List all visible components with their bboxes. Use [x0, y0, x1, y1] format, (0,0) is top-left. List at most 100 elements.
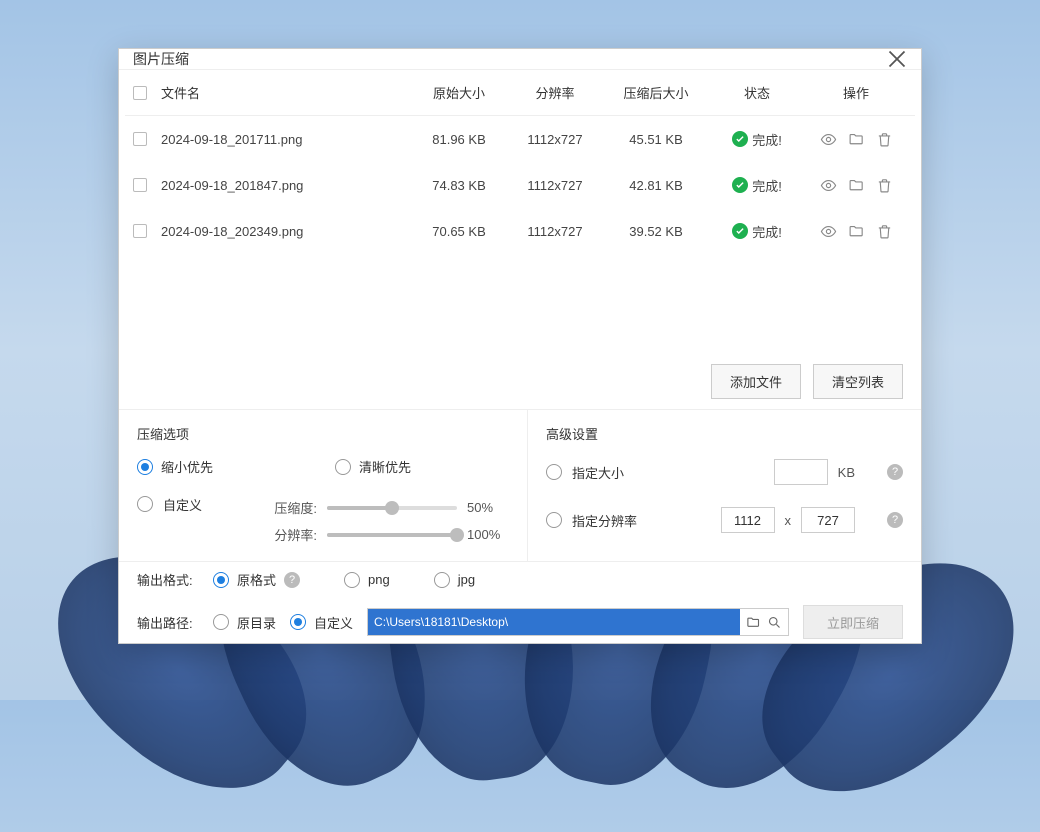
- path-row: 输出路径: 原目录 自定义 立即压缩: [119, 597, 921, 647]
- radio-clarity-first[interactable]: [335, 459, 351, 475]
- table-header: 文件名 原始大小 分辨率 压缩后大小 状态 操作: [125, 70, 915, 116]
- table-buttons: 添加文件 清空列表: [119, 354, 921, 410]
- radio-format-jpg[interactable]: [434, 572, 450, 588]
- select-all-checkbox[interactable]: [133, 86, 147, 100]
- cell-actions: [805, 222, 907, 240]
- trash-icon[interactable]: [875, 222, 893, 240]
- compress-options: 压缩选项 缩小优先 清晰优先 自定义 压缩度:: [119, 410, 528, 561]
- ratio-value: 50%: [467, 500, 509, 515]
- label-format-png: png: [368, 572, 390, 587]
- clear-list-button[interactable]: 清空列表: [813, 364, 903, 399]
- radio-shrink-first[interactable]: [137, 459, 153, 475]
- label-format-original: 原格式: [237, 570, 276, 589]
- cell-status: 完成!: [709, 176, 805, 195]
- target-height-input[interactable]: [801, 507, 855, 533]
- trash-icon[interactable]: [875, 176, 893, 194]
- table-row: 2024-09-18_202349.png70.65 KB1112x72739.…: [125, 208, 915, 254]
- folder-icon[interactable]: [746, 615, 761, 630]
- size-unit: KB: [838, 465, 855, 480]
- header-status: 状态: [709, 83, 805, 102]
- cell-filename: 2024-09-18_202349.png: [161, 224, 411, 239]
- header-filename: 文件名: [161, 83, 411, 102]
- eye-icon[interactable]: [819, 176, 837, 194]
- cell-compressed-size: 45.51 KB: [603, 132, 709, 147]
- cell-status: 完成!: [709, 222, 805, 241]
- help-icon[interactable]: ?: [887, 464, 903, 480]
- cell-compressed-size: 39.52 KB: [603, 224, 709, 239]
- row-checkbox[interactable]: [133, 132, 147, 146]
- eye-icon[interactable]: [819, 222, 837, 240]
- radio-format-png[interactable]: [344, 572, 360, 588]
- cell-status: 完成!: [709, 130, 805, 149]
- add-file-button[interactable]: 添加文件: [711, 364, 801, 399]
- cell-resolution: 1112x727: [507, 224, 603, 239]
- window-title: 图片压缩: [133, 49, 887, 69]
- label-target-res: 指定分辨率: [572, 511, 642, 530]
- radio-custom[interactable]: [137, 496, 153, 512]
- header-resolution: 分辨率: [507, 83, 603, 102]
- cell-resolution: 1112x727: [507, 132, 603, 147]
- ratio-label: 压缩度:: [267, 498, 317, 517]
- cell-original-size: 74.83 KB: [411, 178, 507, 193]
- folder-icon[interactable]: [847, 222, 865, 240]
- compress-options-title: 压缩选项: [137, 424, 509, 443]
- options-panel: 压缩选项 缩小优先 清晰优先 自定义 压缩度:: [119, 410, 921, 561]
- cell-actions: [805, 130, 907, 148]
- cell-filename: 2024-09-18_201711.png: [161, 132, 411, 147]
- folder-icon[interactable]: [847, 176, 865, 194]
- label-target-size: 指定大小: [572, 463, 642, 482]
- folder-icon[interactable]: [847, 130, 865, 148]
- main-window: 图片压缩 文件名 原始大小 分辨率 压缩后大小 状态 操作 2024-09-18…: [118, 48, 922, 644]
- trash-icon[interactable]: [875, 130, 893, 148]
- target-size-input[interactable]: [774, 459, 828, 485]
- help-icon[interactable]: ?: [284, 572, 300, 588]
- check-circle-icon: [732, 223, 748, 239]
- radio-target-res[interactable]: [546, 512, 562, 528]
- cell-actions: [805, 176, 907, 194]
- radio-target-size[interactable]: [546, 464, 562, 480]
- radio-path-custom[interactable]: [290, 614, 306, 630]
- advanced-options: 高级设置 指定大小 KB ? 指定分辨率 x ?: [528, 410, 921, 561]
- res-slider[interactable]: [327, 533, 457, 537]
- format-label: 输出格式:: [137, 570, 199, 589]
- header-actions: 操作: [805, 83, 907, 102]
- radio-format-original[interactable]: [213, 572, 229, 588]
- path-input[interactable]: [368, 609, 740, 635]
- target-width-input[interactable]: [721, 507, 775, 533]
- label-format-jpg: jpg: [458, 572, 475, 587]
- cell-filename: 2024-09-18_201847.png: [161, 178, 411, 193]
- ratio-slider[interactable]: [327, 506, 457, 510]
- advanced-title: 高级设置: [546, 424, 903, 443]
- cell-original-size: 70.65 KB: [411, 224, 507, 239]
- eye-icon[interactable]: [819, 130, 837, 148]
- titlebar: 图片压缩: [119, 49, 921, 70]
- radio-path-original[interactable]: [213, 614, 229, 630]
- compress-button[interactable]: 立即压缩: [803, 605, 903, 639]
- label-shrink-first: 缩小优先: [161, 457, 213, 476]
- header-original-size: 原始大小: [411, 83, 507, 102]
- label-clarity-first: 清晰优先: [359, 457, 411, 476]
- file-table: 文件名 原始大小 分辨率 压缩后大小 状态 操作 2024-09-18_2017…: [119, 70, 921, 354]
- res-slider-label: 分辨率:: [267, 525, 317, 544]
- format-row: 输出格式: 原格式 ? png jpg: [119, 561, 921, 597]
- res-x: x: [785, 513, 792, 528]
- row-checkbox[interactable]: [133, 224, 147, 238]
- path-label: 输出路径:: [137, 613, 199, 632]
- cell-compressed-size: 42.81 KB: [603, 178, 709, 193]
- check-circle-icon: [732, 131, 748, 147]
- res-slider-value: 100%: [467, 527, 509, 542]
- table-row: 2024-09-18_201847.png74.83 KB1112x72742.…: [125, 162, 915, 208]
- label-path-custom: 自定义: [314, 613, 353, 632]
- cell-resolution: 1112x727: [507, 178, 603, 193]
- close-icon[interactable]: [887, 49, 907, 69]
- label-path-original: 原目录: [237, 613, 276, 632]
- path-input-wrap: [367, 608, 789, 636]
- search-icon[interactable]: [767, 615, 782, 630]
- help-icon[interactable]: ?: [887, 512, 903, 528]
- row-checkbox[interactable]: [133, 178, 147, 192]
- header-compressed-size: 压缩后大小: [603, 83, 709, 102]
- cell-original-size: 81.96 KB: [411, 132, 507, 147]
- label-custom: 自定义: [163, 495, 202, 514]
- check-circle-icon: [732, 177, 748, 193]
- table-row: 2024-09-18_201711.png81.96 KB1112x72745.…: [125, 116, 915, 162]
